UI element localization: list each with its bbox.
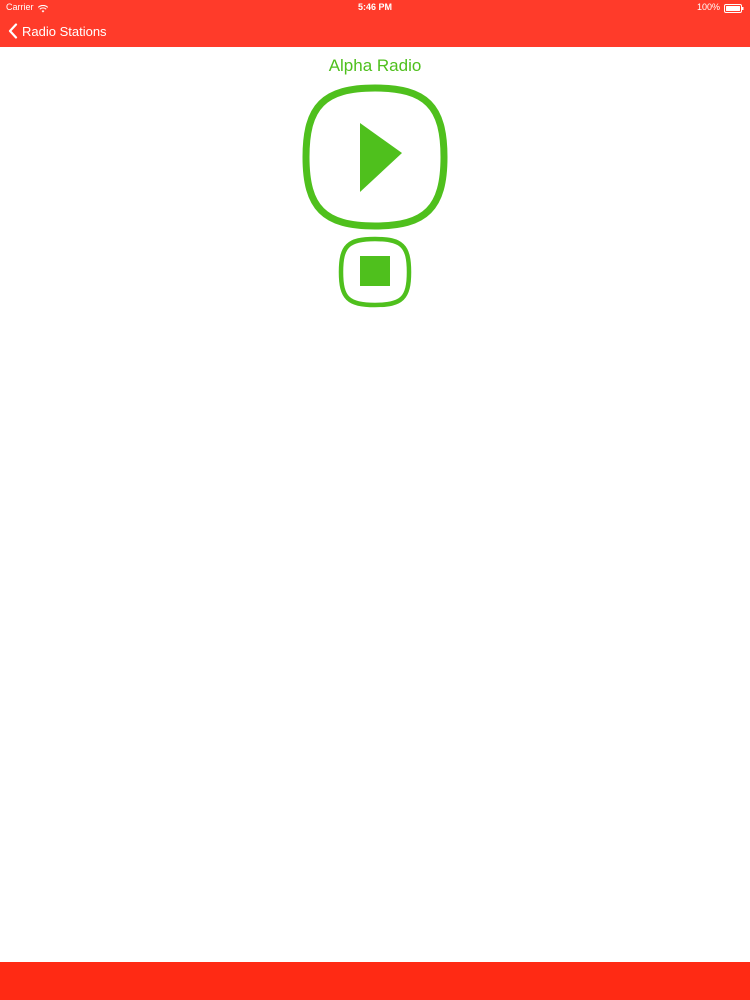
top-bar: Carrier 5:46 PM 100% Radio Stations: [0, 0, 750, 47]
station-title: Alpha Radio: [328, 56, 422, 75]
play-button[interactable]: [302, 84, 448, 230]
play-icon: [302, 84, 448, 230]
stop-icon: [338, 236, 412, 308]
status-right: 100%: [697, 0, 744, 14]
battery-percent: 100%: [696, 2, 720, 12]
bottom-bar: [0, 962, 750, 1000]
battery-icon: [724, 3, 744, 13]
status-bar: Carrier 5:46 PM 100%: [0, 0, 750, 14]
status-time: 5:46 PM: [357, 2, 392, 12]
stop-button[interactable]: [338, 236, 412, 308]
chevron-left-icon: [8, 23, 18, 39]
back-button-label: Radio Stations: [22, 23, 107, 39]
nav-bar: Radio Stations: [0, 14, 750, 47]
back-button[interactable]: Radio Stations: [8, 18, 107, 44]
